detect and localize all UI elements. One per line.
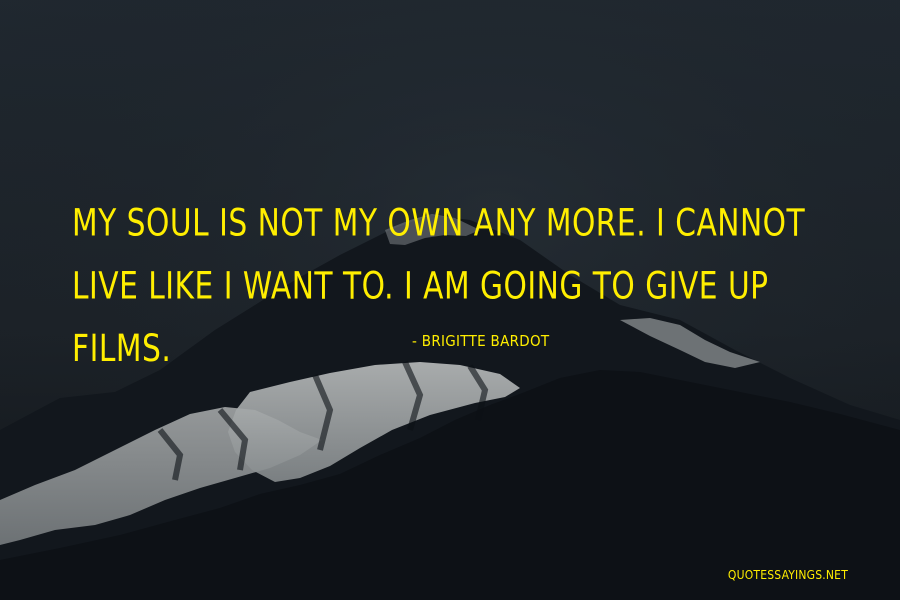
quote-text: My soul is not my own any more. I cannot… [72,200,806,371]
site-watermark: QUOTESSAYINGS.NET [727,568,848,582]
quote-author: - Brigitte Bardot [412,332,550,350]
